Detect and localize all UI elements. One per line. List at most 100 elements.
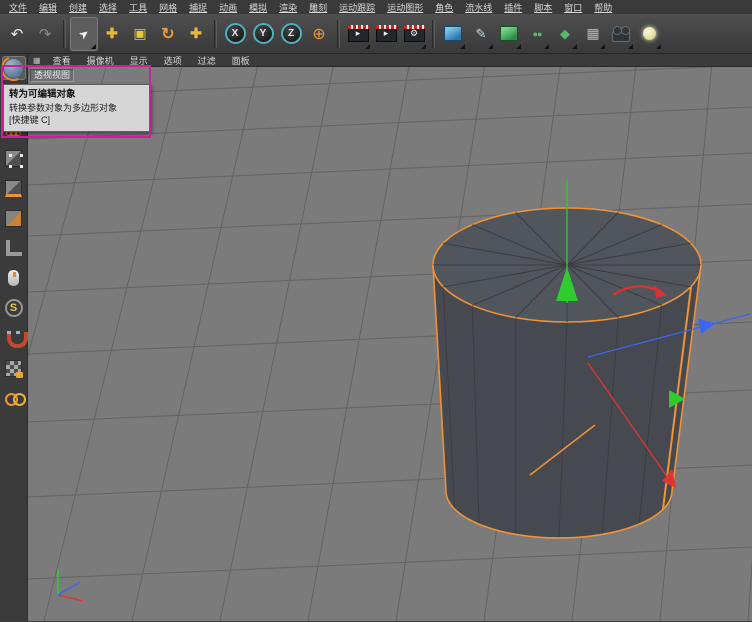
render-view-button[interactable]: ▸ — [344, 17, 372, 51]
z-axis-lock-button[interactable]: Z — [277, 17, 305, 51]
viewport-menu-item-2[interactable]: 显示 — [122, 54, 156, 67]
render-picture-viewer-button[interactable]: ▸ — [372, 17, 400, 51]
viewport-label: 透视视图 — [30, 69, 75, 82]
viewport[interactable]: 透视视图 — [28, 67, 752, 621]
render-settings-button[interactable]: ⚙ — [400, 17, 428, 51]
viewport-menu-item-1[interactable]: 摄像机 — [79, 54, 122, 67]
menubar-item-17[interactable]: 窗口 — [558, 1, 588, 14]
enable-axis-button[interactable] — [2, 266, 26, 290]
viewport-solo-button[interactable]: S — [2, 296, 26, 320]
live-selection-icon: ➤ — [75, 24, 93, 43]
last-used-icon: ✚ — [190, 25, 202, 41]
workplane-snap-button[interactable] — [2, 356, 26, 380]
toolbar-separator — [432, 19, 435, 48]
menubar-item-14[interactable]: 流水线 — [459, 1, 498, 14]
undo-button[interactable]: ↶ — [3, 17, 31, 51]
snap-icon — [5, 329, 28, 348]
left-toolbar: S — [0, 54, 28, 621]
menubar-item-1[interactable]: 编辑 — [33, 1, 63, 14]
viewport-canvas[interactable] — [28, 67, 752, 621]
menubar-item-7[interactable]: 动画 — [213, 1, 243, 14]
menubar-item-4[interactable]: 工具 — [123, 1, 153, 14]
live-selection-tool[interactable]: ➤ — [70, 16, 98, 51]
move-tool[interactable]: ✚ — [98, 17, 126, 51]
toolbar: ↶ ↷ ➤ ✚ ▣ ↻ ✚ X Y Z ⊕ ▸ ▸ ⚙ ✎ ●● ◆ ▦ — [0, 14, 752, 54]
tooltip-description: 转换参数对象为多边形对象 — [9, 102, 118, 113]
deformers-icon: ◆ — [560, 25, 570, 41]
coordinate-system-button[interactable]: ⊕ — [305, 17, 333, 51]
polygons-mode-icon — [5, 209, 22, 227]
menubar-item-18[interactable]: 帮助 — [588, 1, 618, 14]
x-axis-lock-button[interactable]: X — [221, 17, 249, 51]
spline-pen-icon: ✎ — [475, 25, 487, 41]
points-mode-icon — [5, 179, 22, 197]
viewport-menu-item-0[interactable]: 查看 — [45, 54, 79, 67]
floor-icon: ▦ — [586, 25, 600, 41]
light-icon — [642, 27, 656, 40]
menubar-item-8[interactable]: 模拟 — [243, 1, 273, 14]
spline-pen-button[interactable]: ✎ — [467, 17, 495, 51]
menubar-item-16[interactable]: 脚本 — [528, 1, 558, 14]
viewport-solo-icon: S — [4, 299, 23, 317]
render-picture-viewer-icon: ▸ — [375, 25, 397, 42]
menubar-item-3[interactable]: 选择 — [93, 1, 123, 14]
toolbar-separator — [63, 19, 66, 48]
floor-button[interactable]: ▦ — [579, 17, 607, 51]
add-cube-button[interactable] — [439, 17, 467, 51]
workplane-button[interactable] — [2, 236, 26, 260]
render-view-icon: ▸ — [347, 25, 369, 42]
menubar-item-12[interactable]: 运动图形 — [381, 1, 429, 14]
subdivision-surface-button[interactable] — [495, 17, 523, 51]
workplane-icon — [5, 240, 22, 256]
scale-tool[interactable]: ▣ — [126, 17, 154, 51]
menubar-item-10[interactable]: 雕刻 — [303, 1, 333, 14]
enable-axis-icon — [7, 269, 20, 287]
subdivision-surface-icon — [500, 26, 518, 41]
add-cube-icon — [444, 26, 462, 41]
menubar-item-5[interactable]: 网格 — [153, 1, 183, 14]
menubar-item-0[interactable]: 文件 — [3, 1, 33, 14]
viewport-grid-icon: ▦ — [33, 55, 41, 65]
light-button[interactable] — [635, 17, 663, 51]
workplane-mode-button[interactable] — [2, 146, 26, 170]
viewport-menu-item-5[interactable]: 面板 — [224, 54, 258, 67]
generators-button[interactable]: ●● — [523, 17, 551, 51]
workplane-mode-icon — [5, 149, 22, 167]
generators-icon: ●● — [532, 28, 543, 39]
workplane-snap-icon — [5, 359, 23, 378]
application-window: 文件 编辑 创建 选择 工具 网格 捕捉 动画 模拟 渲染 雕刻 运动跟踪 运动图形 角色 流水线 插件 脚本窗… — [0, 0, 752, 622]
toolbar-separator — [337, 19, 340, 48]
menubar-item-11[interactable]: 运动跟踪 — [333, 1, 381, 14]
camera-icon — [612, 25, 630, 42]
z-axis-lock-icon: Z — [280, 23, 302, 44]
viewport-menubar: ▦ 查看 摄像机 显示 选项 过滤 面板 — [28, 54, 752, 67]
viewport-menu-item-3[interactable]: 选项 — [156, 54, 190, 67]
redo-button[interactable]: ↷ — [31, 17, 59, 51]
menubar-item-6[interactable]: 捕捉 — [183, 1, 213, 14]
undo-icon: ↶ — [10, 25, 24, 43]
y-axis-lock-icon: Y — [252, 23, 274, 44]
convert-to-editable-icon — [4, 58, 23, 78]
snap-button[interactable] — [2, 326, 28, 350]
convert-to-editable-button[interactable] — [1, 56, 26, 80]
rotate-tool[interactable]: ↻ — [154, 17, 182, 51]
redo-icon: ↷ — [38, 25, 52, 43]
last-used-tool[interactable]: ✚ — [182, 17, 210, 51]
tooltip-title: 转为可编辑对象 — [9, 89, 76, 100]
polygons-mode-button[interactable] — [2, 206, 26, 230]
axis-indicator — [57, 569, 84, 602]
quantize-button[interactable] — [2, 386, 26, 410]
y-axis-lock-button[interactable]: Y — [249, 17, 277, 51]
menubar-item-13[interactable]: 角色 — [429, 1, 459, 14]
points-mode-button[interactable] — [2, 176, 26, 200]
menubar-item-9[interactable]: 渲染 — [273, 1, 303, 14]
camera-button[interactable] — [607, 17, 635, 51]
menubar-item-15[interactable]: 插件 — [498, 1, 528, 14]
menubar-item-2[interactable]: 创建 — [63, 1, 93, 14]
quantize-icon — [4, 389, 26, 407]
render-settings-icon: ⚙ — [403, 25, 425, 42]
rotate-icon: ↻ — [161, 25, 175, 43]
x-axis-lock-icon: X — [224, 23, 246, 44]
viewport-menu-item-4[interactable]: 过滤 — [190, 54, 224, 67]
deformers-button[interactable]: ◆ — [551, 17, 579, 51]
